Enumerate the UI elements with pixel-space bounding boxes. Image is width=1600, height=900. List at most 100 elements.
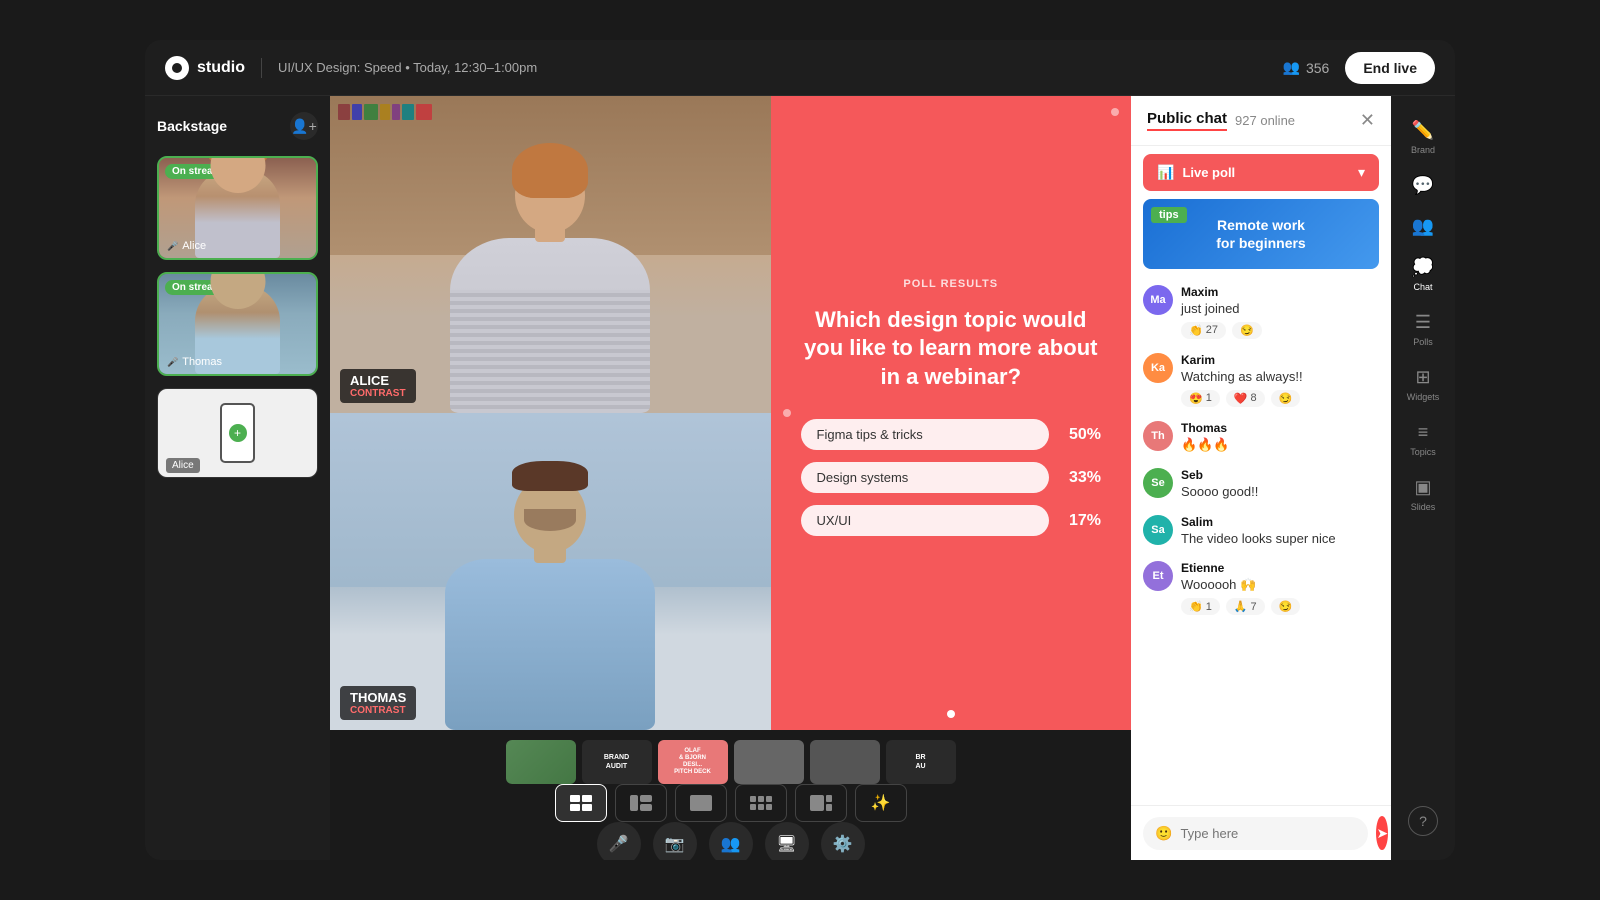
emoji-button[interactable]: 🙂 <box>1155 825 1172 842</box>
people-button[interactable]: 👥 <box>709 822 753 860</box>
layout-grid-button[interactable] <box>735 784 787 822</box>
sidebar-left: Backstage 👤+ On stream 🎤 <box>145 96 330 860</box>
layout-single-button[interactable] <box>675 784 727 822</box>
slide-thumb-2[interactable]: BRANDAUDIT <box>582 740 652 784</box>
sidebar-item-people[interactable]: 👥 <box>1397 208 1449 245</box>
chat-messages: Ma Maxim just joined 👏 27 😏 Ka Karim <box>1131 277 1391 805</box>
avatar-salim: Sa <box>1143 515 1173 545</box>
sidebar-item-comment[interactable]: 💬 <box>1397 167 1449 204</box>
video-left: ALICE CONTRAST <box>330 96 771 730</box>
reactions-karim: 😍 1 ❤️ 8 😏 <box>1181 390 1379 407</box>
poll-option-1: Figma tips & tricks 50% <box>801 419 1101 450</box>
slide-thumb-5[interactable] <box>810 740 880 784</box>
reaction-pill[interactable]: 👏 1 <box>1181 598 1220 615</box>
camera-icon: 📷 <box>665 834 685 854</box>
chat-title: Public chat <box>1147 110 1227 131</box>
dot-indicator <box>1111 108 1119 116</box>
msg-name-thomas: Thomas <box>1181 421 1379 435</box>
dot-indicator-left <box>783 409 791 417</box>
chat-message-maxim: Ma Maxim just joined 👏 27 😏 <box>1143 285 1379 339</box>
help-button[interactable]: ? <box>1408 806 1438 836</box>
chat-label: Chat <box>1413 282 1432 292</box>
video-stage: ALICE CONTRAST <box>330 96 1131 730</box>
avatar-maxim: Ma <box>1143 285 1173 315</box>
add-person-button[interactable]: 👤+ <box>290 112 318 140</box>
poll-option-2: Design systems 33% <box>801 462 1101 493</box>
slide-thumb-4[interactable] <box>734 740 804 784</box>
polls-label: Polls <box>1413 337 1433 347</box>
live-poll-left: 📊 Live poll <box>1157 164 1235 181</box>
reactions-etienne: 👏 1 🙏 7 😏 <box>1181 598 1379 615</box>
sidebar-item-brand[interactable]: ✏️ Brand <box>1397 112 1449 163</box>
dot-indicator-bottom <box>947 710 955 718</box>
layout-focus-button[interactable] <box>795 784 847 822</box>
chat-message-salim: Sa Salim The video looks super nice <box>1143 515 1379 548</box>
participant-card-thomas[interactable]: On stream 🎤 Thomas <box>157 272 318 376</box>
media-controls: 🎤 📷 👥 🖥 ⚙️ <box>597 822 865 860</box>
reaction-pill[interactable]: 🙏 7 <box>1226 598 1265 615</box>
slide-strip: BRANDAUDIT OLAF& BJORNDESI...PITCH DECK … <box>486 740 976 784</box>
reaction-pill[interactable]: 😏 <box>1232 322 1262 339</box>
poll-question: Which design topic would you like to lea… <box>801 306 1101 392</box>
thomas-name: 🎤 Thomas <box>167 356 222 368</box>
live-poll-banner[interactable]: 📊 Live poll ▾ <box>1143 154 1379 191</box>
mic-button[interactable]: 🎤 <box>597 822 641 860</box>
settings-icon: ⚙️ <box>833 834 853 854</box>
chat-icon: 💭 <box>1412 257 1434 278</box>
sidebar-item-topics[interactable]: ≡ Topics <box>1397 414 1449 465</box>
chat-panel: Public chat 927 online ✕ 📊 Live poll ▾ t… <box>1131 96 1391 860</box>
chevron-down-icon: ▾ <box>1358 164 1365 181</box>
mic-icon-thomas: 🎤 <box>167 357 178 368</box>
reaction-pill[interactable]: 😍 1 <box>1181 390 1220 407</box>
chat-header: Public chat 927 online ✕ <box>1131 96 1391 146</box>
question-icon: ? <box>1419 813 1427 829</box>
layout-side-button[interactable] <box>615 784 667 822</box>
slide-thumb-1[interactable] <box>506 740 576 784</box>
camera-button[interactable]: 📷 <box>653 822 697 860</box>
logo-text: studio <box>197 59 245 77</box>
sidebar-item-polls[interactable]: ☰ Polls <box>1397 304 1449 355</box>
reaction-pill[interactable]: 👏 27 <box>1181 322 1226 339</box>
reaction-pill[interactable]: ❤️ 8 <box>1226 390 1265 407</box>
comment-icon: 💬 <box>1412 175 1434 196</box>
close-chat-button[interactable]: ✕ <box>1360 110 1375 131</box>
slide-thumb-3[interactable]: OLAF& BJORNDESI...PITCH DECK <box>658 740 728 784</box>
people-icon: 👥 <box>721 834 741 854</box>
mic-icon: 🎤 <box>167 241 178 252</box>
layout-magic-button[interactable]: ✨ <box>855 784 907 822</box>
sidebar-item-chat[interactable]: 💭 Chat <box>1397 249 1449 300</box>
alice-stage-label: ALICE CONTRAST <box>340 369 416 403</box>
participant-card-alice[interactable]: On stream 🎤 Alice <box>157 156 318 260</box>
settings-button[interactable]: ⚙️ <box>821 822 865 860</box>
reaction-pill[interactable]: 😏 <box>1271 598 1301 615</box>
viewer-count: 👥 356 <box>1283 59 1330 76</box>
avatar-seb: Se <box>1143 468 1173 498</box>
online-count: 927 online <box>1235 113 1295 128</box>
send-button[interactable]: ➤ <box>1376 816 1388 850</box>
poll-option-label-1: Figma tips & tricks <box>801 419 1049 450</box>
sidebar-item-widgets[interactable]: ⊞ Widgets <box>1397 359 1449 410</box>
chat-input[interactable] <box>1180 826 1356 841</box>
sidebar-item-slides[interactable]: ▣ Slides <box>1397 469 1449 520</box>
thomas-stage-label: THOMAS CONTRAST <box>340 686 416 720</box>
end-live-button[interactable]: End live <box>1345 52 1435 84</box>
layout-controls: ✨ <box>555 784 907 822</box>
poll-option-pct-1: 50% <box>1061 426 1101 444</box>
backstage-title: Backstage <box>157 118 227 134</box>
slide-thumb-6[interactable]: BRAU <box>886 740 956 784</box>
main-content: Backstage 👤+ On stream 🎤 <box>145 96 1455 860</box>
header-divider <box>261 58 262 78</box>
screen-button[interactable]: 🖥 <box>765 822 809 860</box>
screen-share-name: Alice <box>166 458 200 473</box>
msg-name-karim: Karim <box>1181 353 1379 367</box>
poll-option-label-3: UX/UI <box>801 505 1049 536</box>
alice-name: 🎤 Alice <box>167 240 206 252</box>
event-title: UI/UX Design: Speed • Today, 12:30–1:00p… <box>278 60 537 75</box>
screen-icon: 🖥 <box>776 834 796 854</box>
layout-split-button[interactable] <box>555 784 607 822</box>
avatar-etienne: Et <box>1143 561 1173 591</box>
msg-text-salim: The video looks super nice <box>1181 531 1379 548</box>
reaction-pill[interactable]: 😏 <box>1271 390 1301 407</box>
screen-share-card[interactable]: + Alice <box>157 388 318 478</box>
chat-message-seb: Se Seb Soooo good!! <box>1143 468 1379 501</box>
